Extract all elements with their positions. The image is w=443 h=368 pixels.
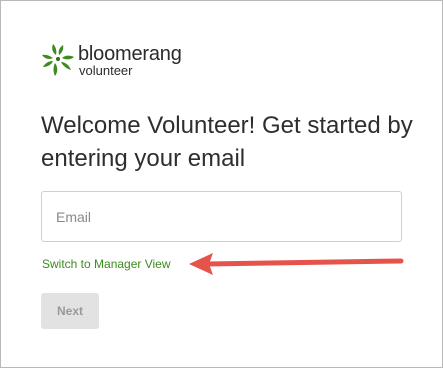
brand-name: bloomerang — [78, 43, 182, 65]
brand-logo: bloomerang volunteer — [41, 43, 182, 78]
switch-to-manager-view-link[interactable]: Switch to Manager View — [42, 257, 171, 271]
next-button[interactable]: Next — [41, 293, 99, 329]
red-arrow-icon — [189, 253, 404, 275]
login-card: bloomerang volunteer Welcome Volunteer! … — [0, 0, 443, 368]
bloomerang-flower-icon — [42, 44, 74, 76]
brand-product: volunteer — [79, 63, 133, 78]
email-field[interactable] — [41, 191, 402, 242]
page-title: Welcome Volunteer! Get started by enteri… — [41, 112, 413, 172]
brand-wordmark: bloomerang volunteer — [78, 43, 182, 78]
